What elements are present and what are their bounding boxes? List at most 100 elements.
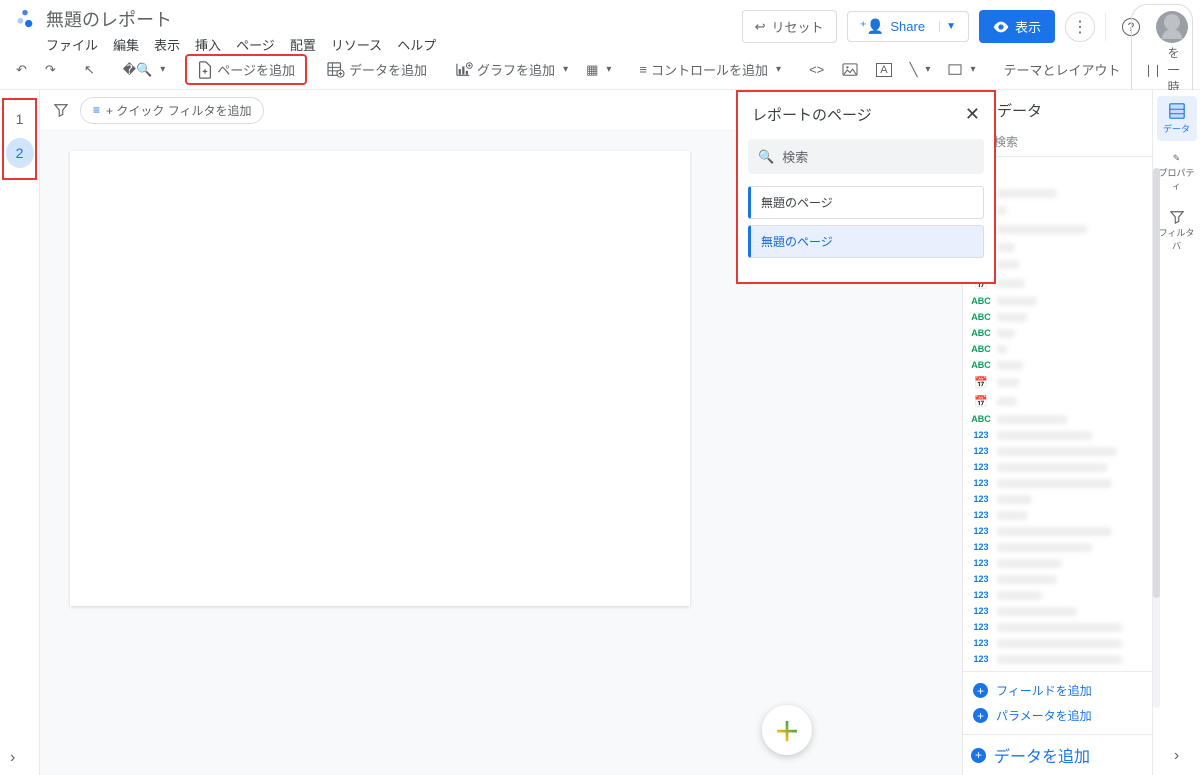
field-row[interactable]: ABC xyxy=(969,411,1148,427)
field-row[interactable]: 123 xyxy=(969,555,1148,571)
field-row[interactable]: 123 xyxy=(969,571,1148,587)
menu-bar: ファイル 編集 表示 挿入 ページ 配置 リソース ヘルプ xyxy=(46,35,742,54)
add-field-button[interactable]: +フィールドを追加 xyxy=(971,678,1144,703)
field-row[interactable]: ABC xyxy=(969,309,1148,325)
field-name-blurred xyxy=(997,206,1007,215)
zoom-dropdown[interactable]: �🔍 xyxy=(115,57,174,83)
field-row[interactable]: 123 xyxy=(969,507,1148,523)
popup-close-button[interactable]: ✕ xyxy=(965,104,980,125)
pointer-tool[interactable]: ↖ xyxy=(76,57,103,83)
field-name-blurred xyxy=(997,189,1057,198)
field-row[interactable]: 123 xyxy=(969,475,1148,491)
add-chart-button[interactable]: グラフを追加 xyxy=(447,55,576,84)
view-label: 表示 xyxy=(1015,17,1041,36)
add-data-button[interactable]: データを追加 xyxy=(319,55,435,84)
more-options-button[interactable]: ⋮ xyxy=(1065,12,1095,42)
number-type-icon: 123 xyxy=(971,445,991,457)
plus-icon: ＋ xyxy=(774,712,800,749)
data-source-indicator[interactable] xyxy=(973,163,1142,181)
report-canvas[interactable] xyxy=(70,151,690,606)
menu-edit[interactable]: 編集 xyxy=(113,35,139,54)
menu-page[interactable]: ページ xyxy=(236,35,275,54)
field-row[interactable]: ABC xyxy=(969,341,1148,357)
number-type-icon: 123 xyxy=(971,621,991,633)
field-row[interactable]: ABC xyxy=(969,357,1148,373)
shape-icon xyxy=(948,64,962,76)
line-icon: ╲ xyxy=(910,62,918,78)
theme-layout-button[interactable]: テーマとレイアウト xyxy=(995,55,1128,84)
close-icon: ✕ xyxy=(965,104,980,124)
redo-button[interactable]: ↷ xyxy=(37,57,64,83)
shape-button[interactable] xyxy=(940,59,983,81)
field-row[interactable]: 123 xyxy=(969,651,1148,667)
right-rail-collapse[interactable]: › xyxy=(1174,747,1179,765)
line-button[interactable]: ╲ xyxy=(902,57,939,83)
document-title[interactable]: 無題のレポート xyxy=(46,6,742,32)
quick-filter-label: + クイック フィルタを追加 xyxy=(106,102,251,119)
date-type-icon: 📅 xyxy=(971,394,991,409)
community-viz-button[interactable]: ▦ xyxy=(578,57,619,83)
tab-property[interactable]: ✎ プロパティ xyxy=(1157,147,1197,198)
filter-icon-button[interactable] xyxy=(50,99,72,121)
field-name-blurred xyxy=(997,260,1019,269)
page-thumb-1[interactable]: 1 xyxy=(6,104,34,134)
embed-button[interactable]: <> xyxy=(801,57,832,82)
add-param-label: パラメータを追加 xyxy=(996,707,1092,724)
field-name-blurred xyxy=(997,479,1112,488)
menu-insert[interactable]: 挿入 xyxy=(195,35,221,54)
field-name-blurred xyxy=(997,623,1122,632)
menu-file[interactable]: ファイル xyxy=(46,35,98,54)
share-dropdown[interactable]: ▼ xyxy=(939,21,956,32)
view-button[interactable]: 表示 xyxy=(979,10,1055,43)
text-type-icon: ABC xyxy=(971,311,991,323)
field-row[interactable]: 123 xyxy=(969,427,1148,443)
field-row[interactable]: 123 xyxy=(969,491,1148,507)
undo-button[interactable]: ↶ xyxy=(8,57,35,83)
add-data-source-button[interactable]: +データを追加 xyxy=(963,735,1152,775)
share-button[interactable]: ⁺👤 Share ▼ xyxy=(847,11,969,42)
canvas-area: ≡ + クイック フィルタを追加 ↶ リセット ⋮ レポートのページ ✕ 🔍 検… xyxy=(40,90,962,775)
image-button[interactable] xyxy=(834,58,866,82)
field-row[interactable]: 123 xyxy=(969,587,1148,603)
field-row[interactable]: ABC xyxy=(969,293,1148,309)
eye-icon xyxy=(993,21,1009,33)
text-icon: A xyxy=(876,63,891,77)
menu-resource[interactable]: リソース xyxy=(331,35,382,54)
pencil-icon: ✎ xyxy=(1157,153,1197,164)
pointer-icon: ↖ xyxy=(84,62,95,78)
add-param-button[interactable]: +パラメータを追加 xyxy=(971,703,1144,728)
field-row[interactable]: 123 xyxy=(969,603,1148,619)
menu-view[interactable]: 表示 xyxy=(154,35,180,54)
tab-filter[interactable]: フィルタバ xyxy=(1157,204,1197,258)
field-row[interactable]: ABC xyxy=(969,325,1148,341)
popup-search[interactable]: 🔍 検索 xyxy=(748,139,984,174)
field-name-blurred xyxy=(997,431,1092,440)
scrollbar-thumb[interactable] xyxy=(1153,168,1160,598)
account-avatar[interactable] xyxy=(1156,11,1188,43)
field-row[interactable]: 123 xyxy=(969,443,1148,459)
page-thumb-2[interactable]: 2 xyxy=(6,138,34,168)
field-row[interactable]: 📅 xyxy=(969,392,1148,411)
field-row[interactable]: 123 xyxy=(969,635,1148,651)
chevron-right-icon: › xyxy=(10,749,15,766)
tab-data[interactable]: データ xyxy=(1157,96,1197,141)
field-name-blurred xyxy=(997,279,1025,288)
quick-filter-add[interactable]: ≡ + クイック フィルタを追加 xyxy=(80,97,264,124)
field-row[interactable]: 123 xyxy=(969,619,1148,635)
field-row[interactable]: 📅 xyxy=(969,373,1148,392)
field-row[interactable]: 123 xyxy=(969,459,1148,475)
field-row[interactable]: 123 xyxy=(969,539,1148,555)
menu-help[interactable]: ヘルプ xyxy=(397,35,436,54)
menu-arrange[interactable]: 配置 xyxy=(290,35,316,54)
page-row[interactable]: 無題のページ xyxy=(748,225,984,258)
rail-expand[interactable]: › xyxy=(10,749,15,767)
page-row[interactable]: 無題のページ xyxy=(748,186,984,219)
field-row[interactable]: 123 xyxy=(969,523,1148,539)
text-button[interactable]: A xyxy=(868,58,899,82)
reset-button[interactable]: ↩ リセット xyxy=(742,10,837,43)
text-type-icon: ABC xyxy=(971,359,991,371)
add-page-button[interactable]: ページを追加 xyxy=(185,54,307,85)
add-fab[interactable]: ＋ xyxy=(762,705,812,755)
number-type-icon: 123 xyxy=(971,557,991,569)
add-control-button[interactable]: ≡ コントロールを追加 xyxy=(631,55,789,84)
